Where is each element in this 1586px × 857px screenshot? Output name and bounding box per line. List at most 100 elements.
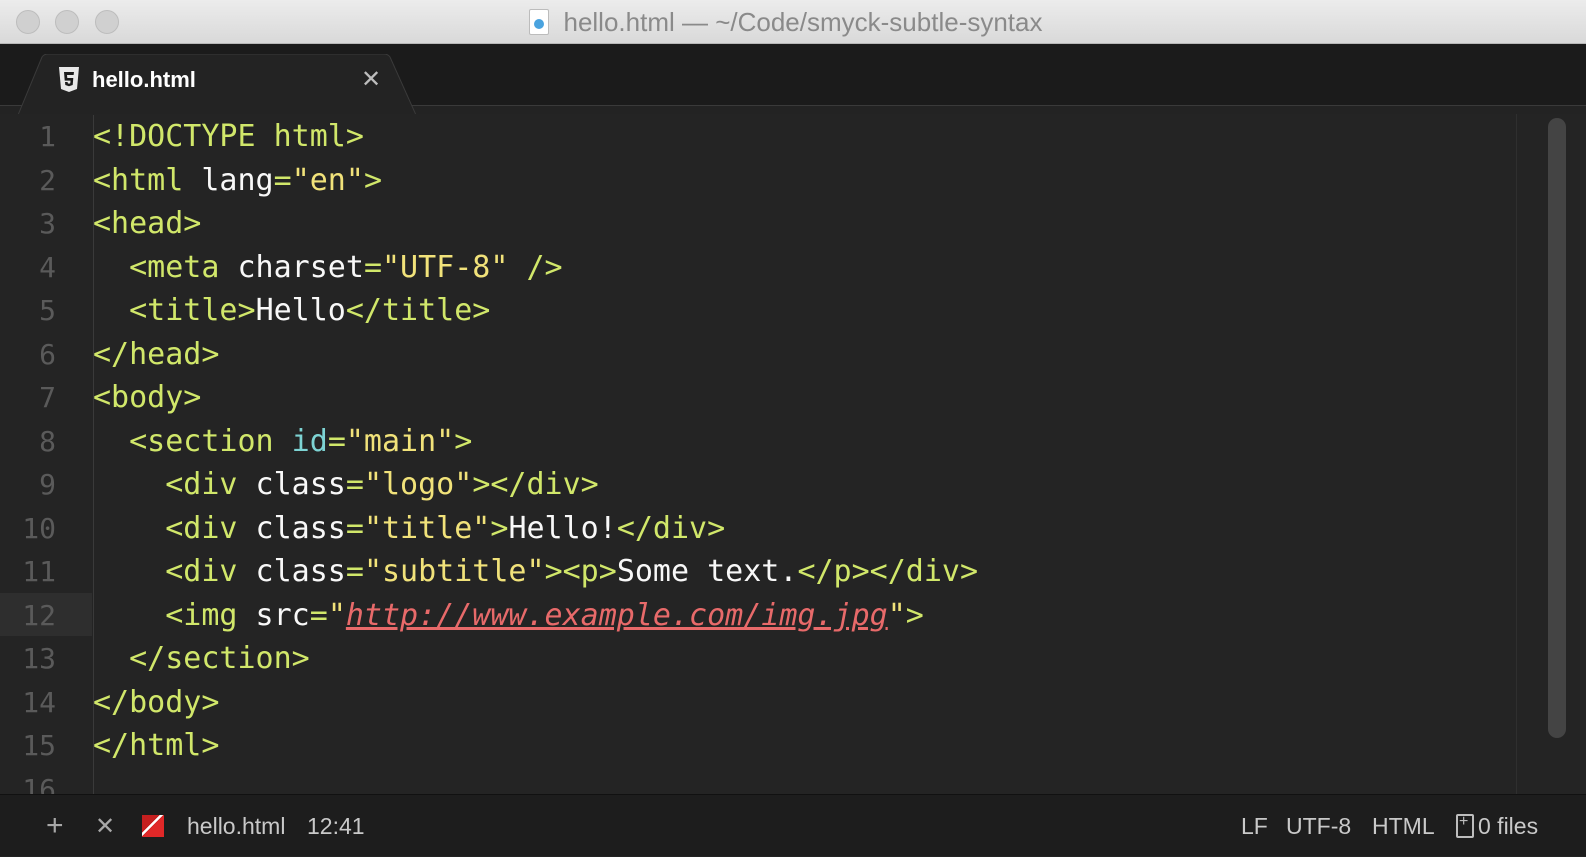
code-line[interactable]: <div class="subtitle"><p>Some text.</p><…: [93, 550, 978, 594]
code-line[interactable]: <body>: [93, 376, 978, 420]
code-token: </html>: [93, 728, 220, 763]
line-number[interactable]: 9: [0, 463, 56, 507]
code-token: =: [345, 467, 364, 502]
line-number[interactable]: 4: [0, 246, 56, 290]
code-token: "UTF-8": [382, 249, 509, 285]
code-token: </div>: [616, 510, 726, 546]
code-line[interactable]: <div class="title">Hello!</div>: [93, 507, 978, 551]
code-token: =: [363, 249, 382, 285]
code-token: =: [309, 597, 328, 633]
code-token: </p></div>: [797, 554, 979, 589]
code-token: <!DOCTYPE html>: [93, 119, 364, 154]
code-line[interactable]: <title>Hello</title>: [93, 289, 978, 333]
code-token: class: [237, 554, 346, 589]
add-icon[interactable]: +: [46, 795, 64, 857]
window-title-area: hello.html — ~/Code/smyck-subtle-syntax: [0, 0, 1586, 44]
tab-content: hello.html: [58, 64, 196, 96]
code-token: id: [273, 423, 328, 459]
line-number[interactable]: 8: [0, 420, 56, 464]
line-number[interactable]: 14: [0, 681, 56, 725]
line-number[interactable]: 15: [0, 724, 56, 768]
code-token: "en": [291, 162, 364, 198]
code-token: >: [490, 510, 509, 546]
code-token: "logo": [363, 467, 473, 502]
code-token: Hello: [255, 293, 346, 328]
line-number[interactable]: 11: [0, 550, 56, 594]
grammar-selector[interactable]: HTML: [1372, 795, 1435, 857]
git-files-status[interactable]: 0 files: [1456, 795, 1538, 857]
code-token: Some text.: [616, 554, 798, 589]
code-line[interactable]: </section>: [93, 637, 978, 681]
code-text[interactable]: <!DOCTYPE html> <html lang="en"> <head> <m…: [93, 115, 978, 794]
line-number[interactable]: 13: [0, 637, 56, 681]
code-token: <body>: [93, 380, 202, 415]
code-token: <div: [165, 554, 238, 589]
line-number[interactable]: 5: [0, 289, 56, 333]
tab-close-icon[interactable]: ✕: [358, 66, 384, 92]
code-token: ": [327, 597, 346, 633]
code-token: lang: [183, 162, 274, 198]
code-token: <img: [165, 597, 238, 633]
code-token: ><p>: [544, 554, 617, 589]
line-ending-selector[interactable]: LF: [1241, 795, 1268, 857]
line-number[interactable]: 3: [0, 202, 56, 246]
code-line[interactable]: <html lang="en">: [93, 159, 978, 203]
code-token: =: [345, 554, 364, 589]
line-number[interactable]: 10: [0, 507, 56, 551]
tab-bar: hello.html ✕: [0, 44, 1586, 115]
code-token: >: [363, 162, 382, 198]
code-line[interactable]: <meta charset="UTF-8" />: [93, 246, 978, 290]
code-line[interactable]: <section id="main">: [93, 420, 978, 464]
code-url-link[interactable]: http://www.example.com/img.jpg: [346, 598, 888, 633]
line-number[interactable]: 1: [0, 115, 56, 159]
line-number[interactable]: 2: [0, 159, 56, 203]
code-line[interactable]: </html>: [93, 724, 978, 768]
code-token: >: [905, 597, 924, 633]
code-token: </body>: [93, 684, 220, 720]
window-title: hello.html — ~/Code/smyck-subtle-syntax: [563, 6, 1043, 37]
lint-status[interactable]: [142, 795, 164, 857]
line-number-gutter: 1 2 3 4 5 6 7 8 9 10 11 12 13 14 15 16: [0, 114, 92, 794]
code-token: class: [237, 467, 346, 502]
code-line[interactable]: <head>: [93, 202, 978, 246]
code-token: />: [508, 249, 563, 285]
line-number[interactable]: 16: [0, 768, 56, 795]
code-token: charset: [219, 249, 364, 285]
code-line[interactable]: <img src="http://www.example.com/img.jpg…: [93, 594, 978, 638]
tab-hello-html[interactable]: hello.html ✕: [18, 54, 418, 115]
code-token: class: [237, 510, 346, 546]
code-line[interactable]: [93, 768, 978, 795]
code-token: "subtitle": [363, 554, 545, 589]
code-token: >: [454, 423, 473, 459]
code-editor[interactable]: 1 2 3 4 5 6 7 8 9 10 11 12 13 14 15 16 <!DOCTYPE html> <…: [0, 114, 1586, 794]
html5-icon: [59, 67, 79, 92]
code-token: <title>: [129, 293, 256, 328]
window-titlebar: hello.html — ~/Code/smyck-subtle-syntax: [0, 0, 1586, 44]
code-line[interactable]: <!DOCTYPE html>: [93, 115, 978, 159]
tab-label: hello.html: [92, 67, 196, 92]
vertical-scrollbar[interactable]: [1548, 118, 1566, 738]
code-line[interactable]: </body>: [93, 681, 978, 725]
code-line[interactable]: <div class="logo"></div>: [93, 463, 978, 507]
code-line[interactable]: </head>: [93, 333, 978, 377]
code-token: <div: [165, 510, 238, 546]
document-icon: [529, 9, 550, 35]
code-token: <section: [129, 423, 274, 459]
code-token: "title": [363, 510, 491, 546]
line-number[interactable]: 6: [0, 333, 56, 377]
close-icon[interactable]: ✕: [95, 795, 115, 857]
code-token: ": [887, 597, 906, 633]
status-bar: + ✕ hello.html 12:41 LF UTF-8 HTML 0 fil…: [0, 794, 1586, 856]
line-number[interactable]: 7: [0, 376, 56, 420]
encoding-selector[interactable]: UTF-8: [1286, 795, 1351, 857]
cursor-position[interactable]: 12:41: [307, 795, 365, 857]
code-token: ></div>: [472, 467, 599, 502]
line-number[interactable]: 12: [0, 594, 56, 638]
status-filename[interactable]: hello.html: [187, 795, 285, 857]
